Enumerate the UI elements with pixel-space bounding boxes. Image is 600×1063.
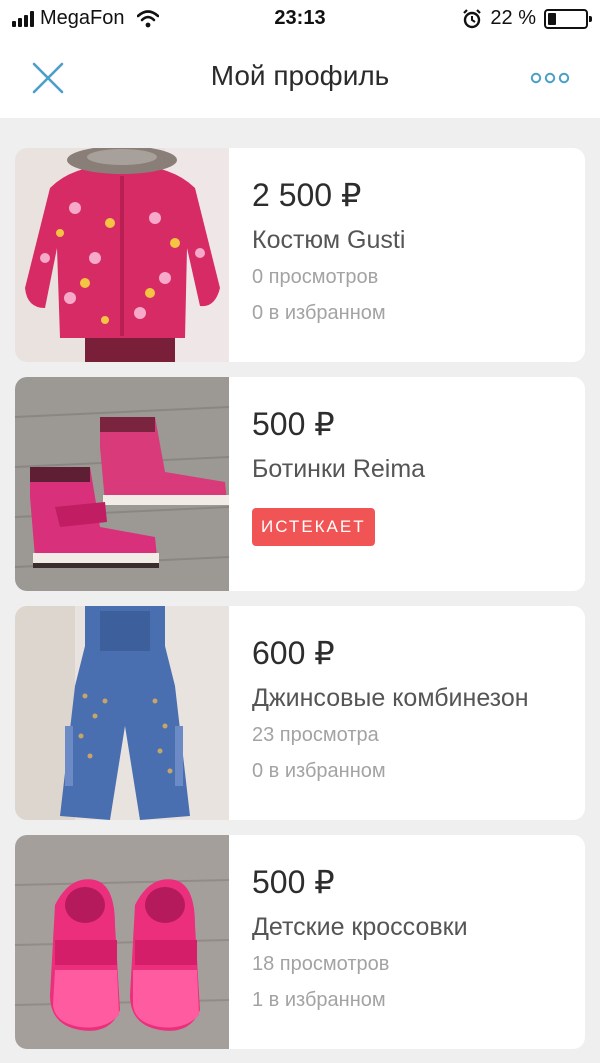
listing-views: 0 просмотров <box>252 266 379 288</box>
listing-price: 600 ₽ <box>252 635 335 671</box>
listing-views: 18 просмотров <box>252 953 390 975</box>
listings-list: 2 500 ₽ Костюм Gusti 0 просмотров 0 в из… <box>15 148 585 1063</box>
battery-icon <box>544 8 592 29</box>
listing-card[interactable]: 500 ₽ Ботинки Reima ИСТЕКАЕТ <box>15 377 585 591</box>
listing-favorites: 0 в избранном <box>252 760 386 782</box>
listing-card[interactable]: 2 500 ₽ Костюм Gusti 0 просмотров 0 в из… <box>15 148 585 362</box>
listing-photo-sneakers <box>15 835 229 1049</box>
more-dots-icon[interactable] <box>530 70 570 86</box>
listing-title: Детские кроссовки <box>252 913 468 941</box>
listing-info: 600 ₽ Джинсовые комбинезон 23 просмотра … <box>229 606 529 820</box>
listing-price: 2 500 ₽ <box>252 177 362 213</box>
listing-info: 500 ₽ Детские кроссовки 18 просмотров 1 … <box>229 835 468 1049</box>
listing-photo-jacket <box>15 148 229 362</box>
listing-card[interactable]: 500 ₽ Детские кроссовки 18 просмотров 1 … <box>15 835 585 1049</box>
listing-title: Костюм Gusti <box>252 226 406 254</box>
listing-photo-overalls <box>15 606 229 820</box>
expiring-badge: ИСТЕКАЕТ <box>252 508 375 546</box>
battery-percent: 22 % <box>490 7 536 29</box>
listing-views: 23 просмотра <box>252 724 379 746</box>
status-bar: MegaFon 23:13 22 % <box>0 0 600 40</box>
listing-favorites: 1 в избранном <box>252 989 386 1011</box>
listing-price: 500 ₽ <box>252 406 335 442</box>
listing-info: 2 500 ₽ Костюм Gusti 0 просмотров 0 в из… <box>229 148 405 362</box>
alarm-icon <box>463 8 482 28</box>
close-icon[interactable] <box>30 60 66 96</box>
navigation-bar: Мой профиль <box>0 40 600 118</box>
listing-info: 500 ₽ Ботинки Reima ИСТЕКАЕТ <box>229 377 425 591</box>
status-right: 22 % <box>462 7 592 30</box>
listing-photo-boots <box>15 377 229 591</box>
listing-price: 500 ₽ <box>252 864 335 900</box>
listing-title: Ботинки Reima <box>252 455 426 483</box>
battery-fill <box>548 12 556 25</box>
listing-favorites: 0 в избранном <box>252 302 386 324</box>
listing-card[interactable]: 600 ₽ Джинсовые комбинезон 23 просмотра … <box>15 606 585 820</box>
page-title: Мой профиль <box>210 60 390 91</box>
listing-title: Джинсовые комбинезон <box>252 684 529 712</box>
